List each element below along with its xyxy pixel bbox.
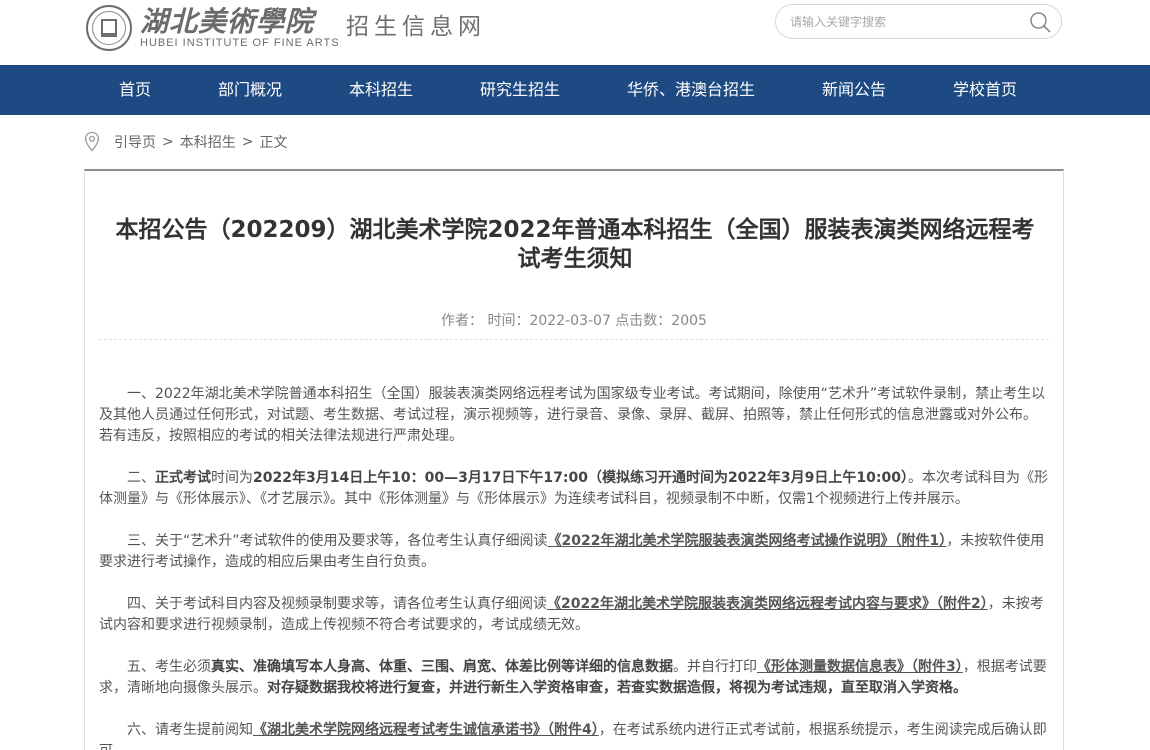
location-pin-icon (84, 131, 100, 152)
logo-english-name: HUBEI INSTITUTE OF FINE ARTS (140, 36, 340, 49)
school-logo[interactable]: 湖北美術學院 HUBEI INSTITUTE OF FINE ARTS (86, 2, 340, 54)
breadcrumb-separator: > (241, 134, 254, 150)
paragraph-4: 四、关于考试科目内容及视频录制要求等，请各位考生认真仔细阅读《2022年湖北美术… (99, 596, 1044, 633)
attachment-2-link[interactable]: 《2022年湖北美术学院服装表演类网络远程考试内容与要求》（附件2） (547, 596, 988, 612)
nav-item-departments[interactable]: 部门概况 (218, 65, 282, 115)
main-nav: 首页 部门概况 本科招生 研究生招生 华侨、港澳台招生 新闻公告 学校首页 (0, 65, 1150, 115)
nav-item-undergraduate[interactable]: 本科招生 (349, 65, 413, 115)
paragraph-5: 五、考生必须真实、准确填写本人身高、体重、三围、肩宽、体差比例等详细的信息数据。… (99, 659, 1047, 696)
paragraph-1: 一、2022年湖北美术学院普通本科招生（全国）服装表演类网络远程考试为国家级专业… (99, 386, 1046, 444)
breadcrumb-link-undergraduate[interactable]: 本科招生 (180, 132, 236, 152)
article-title: 本招公告（202209）湖北美术学院2022年普通本科招生（全国）服装表演类网络… (115, 217, 1035, 272)
search-box (775, 4, 1062, 39)
breadcrumb-current: 正文 (259, 135, 288, 151)
nav-item-home[interactable]: 首页 (119, 65, 151, 115)
breadcrumb-separator: > (162, 134, 174, 150)
nav-item-news[interactable]: 新闻公告 (822, 65, 886, 115)
article-panel: 本招公告（202209）湖北美术学院2022年普通本科招生（全国）服装表演类网络… (84, 169, 1064, 750)
attachment-3-link[interactable]: 《形体测量数据信息表》（附件3） (757, 659, 963, 675)
search-input[interactable] (790, 11, 1030, 33)
breadcrumb: 引导页 > 本科招生 > 正文 (84, 130, 287, 154)
paragraph-3: 三、关于“艺术升”考试软件的使用及要求等，各位考生认真仔细阅读《2022年湖北美… (99, 533, 1045, 570)
nav-item-school-home[interactable]: 学校首页 (953, 65, 1017, 115)
logo-chinese-name: 湖北美術學院 (140, 4, 315, 38)
site-header: 湖北美術學院 HUBEI INSTITUTE OF FINE ARTS 招生信息… (0, 0, 1150, 65)
paragraph-2: 二、正式考试时间为2022年3月14日上午10：00—3月17日下午17:00（… (99, 470, 1048, 507)
school-seal-icon (86, 5, 132, 51)
site-name: 招生信息网 (346, 14, 486, 40)
meta-divider (99, 339, 1049, 340)
attachment-1-link[interactable]: 《2022年湖北美术学院服装表演类网络考试操作说明》（附件1） (548, 533, 947, 549)
article-meta: 作者： 时间：2022-03-07 点击数：2005 (441, 313, 707, 329)
paragraph-6: 六、请考生提前阅知《湖北美术学院网络远程考试考生诚信承诺书》（附件4），在考试系… (99, 722, 1047, 750)
breadcrumb-link-guide[interactable]: 引导页 (114, 132, 156, 152)
article-body: 一、2022年湖北美术学院普通本科招生（全国）服装表演类网络远程考试为国家级专业… (99, 384, 1049, 750)
nav-item-overseas[interactable]: 华侨、港澳台招生 (627, 65, 755, 115)
search-icon[interactable] (1029, 11, 1051, 33)
nav-item-graduate[interactable]: 研究生招生 (480, 65, 560, 115)
attachment-4-link[interactable]: 《湖北美术学院网络远程考试考生诚信承诺书》（附件4） (253, 722, 599, 738)
